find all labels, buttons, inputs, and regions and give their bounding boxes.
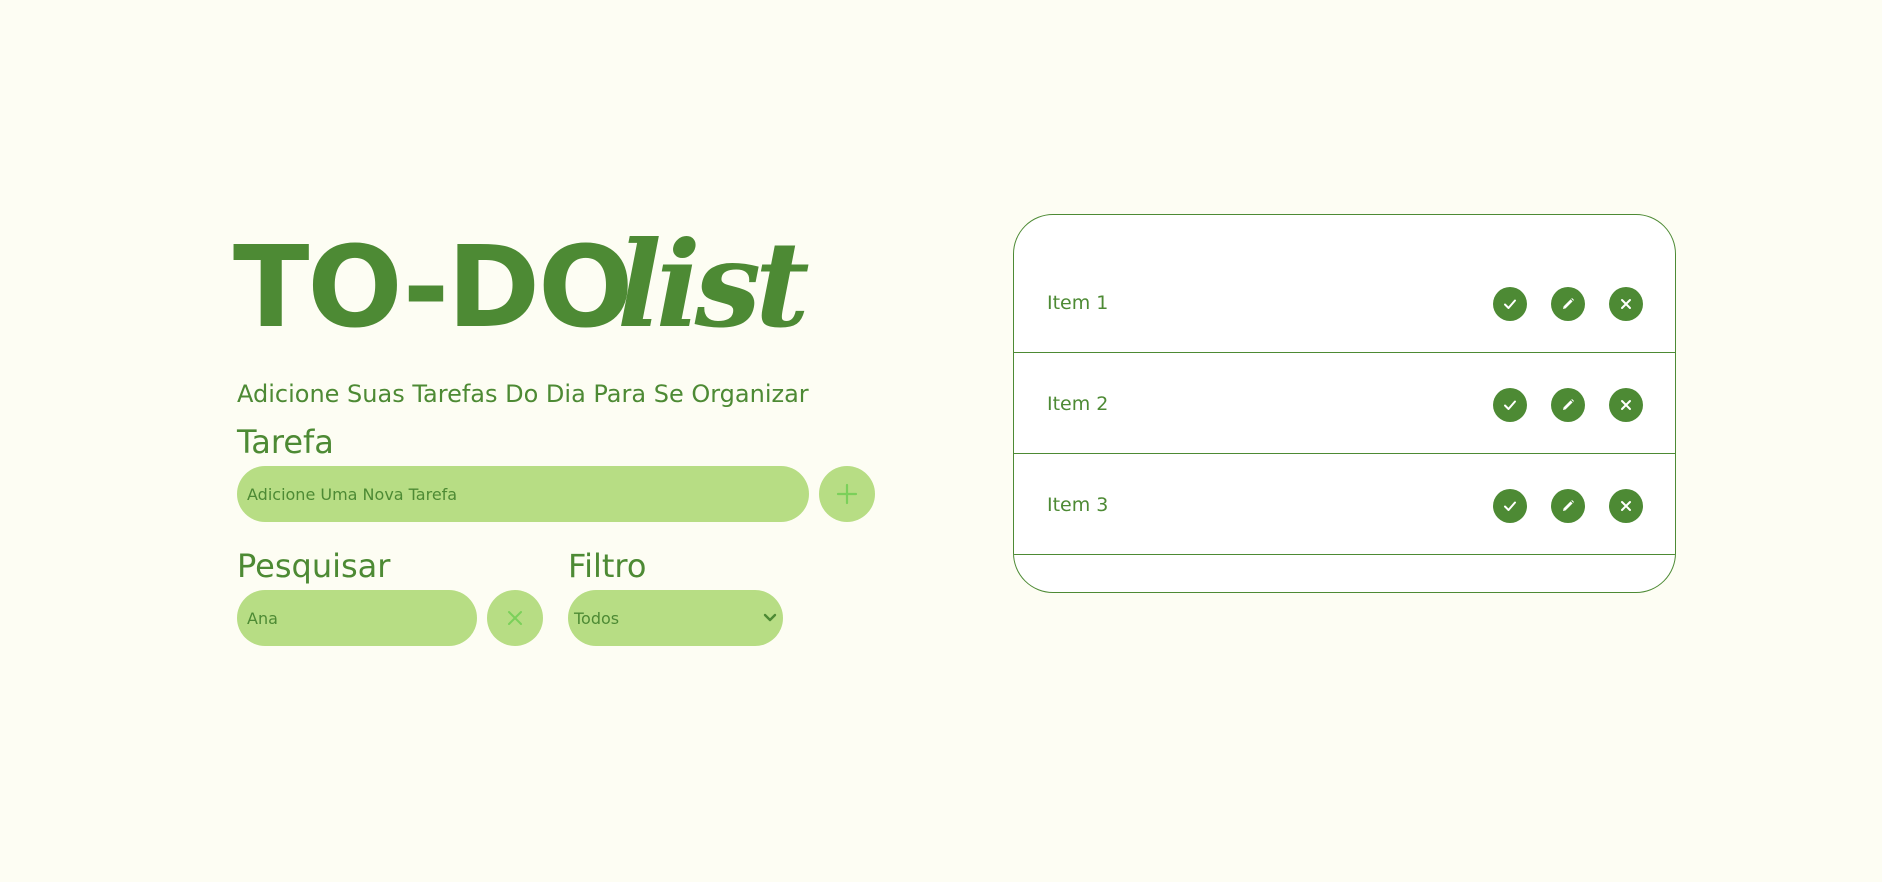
edit-button[interactable] (1551, 287, 1585, 321)
check-icon (1504, 501, 1516, 511)
pencil-icon (1563, 500, 1574, 511)
task-label: Tarefa (237, 423, 334, 461)
check-icon (1504, 400, 1516, 410)
list-item: Item 1 (1014, 253, 1675, 353)
delete-button[interactable] (1609, 287, 1643, 321)
complete-button[interactable] (1493, 287, 1527, 321)
search-input[interactable] (237, 590, 477, 646)
complete-button[interactable] (1493, 388, 1527, 422)
pencil-icon (1563, 399, 1574, 410)
check-icon (1504, 299, 1516, 309)
delete-button[interactable] (1609, 388, 1643, 422)
search-label: Pesquisar (237, 547, 391, 585)
delete-button[interactable] (1609, 489, 1643, 523)
app-title-script: list (617, 215, 810, 354)
filter-selected-value: Todos (574, 608, 620, 628)
close-icon (1621, 299, 1631, 309)
list-item: Item 2 (1014, 354, 1675, 454)
list-item-text: Item 3 (1047, 494, 1109, 516)
close-icon (1621, 400, 1631, 410)
app-title-main: TO-DO (233, 223, 633, 353)
page-subtitle: Adicione Suas Tarefas Do Dia Para Se Org… (237, 380, 809, 408)
clear-search-button[interactable] (487, 590, 543, 646)
chevron-down-icon (763, 613, 777, 622)
add-task-button[interactable] (819, 466, 875, 522)
close-icon (1621, 501, 1631, 511)
close-icon (508, 611, 522, 625)
list-item-text: Item 1 (1047, 292, 1109, 314)
plus-icon (836, 483, 858, 505)
todo-form-panel: TO-DO list Adicione Suas Tarefas Do Dia … (233, 226, 887, 646)
pencil-icon (1563, 298, 1574, 309)
edit-button[interactable] (1551, 388, 1585, 422)
filter-label: Filtro (568, 547, 647, 585)
list-item: Item 3 (1014, 455, 1675, 555)
filter-select[interactable]: Todos (568, 590, 783, 646)
new-task-input[interactable] (237, 466, 809, 522)
complete-button[interactable] (1493, 489, 1527, 523)
app-title: TO-DO list (233, 226, 887, 345)
edit-button[interactable] (1551, 489, 1585, 523)
list-item-text: Item 2 (1047, 393, 1109, 415)
todo-list: Item 1 Item 2 Item 3 (1013, 214, 1676, 593)
